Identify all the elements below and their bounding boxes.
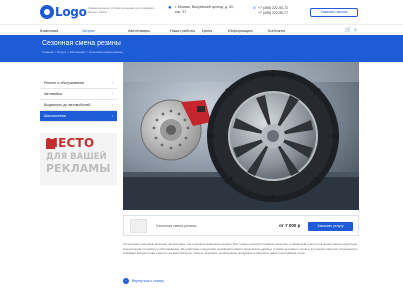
sidebar-item-tire-service[interactable]: Шиномонтаж › (40, 111, 117, 122)
order-service-name: Сезонная смена резины (156, 224, 197, 228)
nav-item-company[interactable]: Компания (40, 28, 58, 33)
sidebar-item-repair[interactable]: Ремонт и обслуживание › (40, 78, 117, 89)
ad-line-1: МЕСТО (46, 136, 95, 150)
ad-line-2: ДЛЯ ВАШЕЙ (46, 152, 107, 162)
service-description: Ассортимент компании включает как бытовы… (123, 242, 358, 256)
nav-item-prices[interactable]: Цены (202, 28, 212, 33)
address-text: г. Москва, Валуевский проезд, д. 53, кор… (175, 5, 234, 14)
address-block: ● г. Москва, Валуевский проезд, д. 53, к… (168, 5, 235, 14)
sidebar-item-carwash[interactable]: Автомойка › (40, 89, 117, 100)
phone-icon: ✆ (253, 6, 256, 10)
tagline: Универсальное готовое решение для создан… (88, 6, 154, 14)
ad-line-3: РЕКЛАМЫ (46, 162, 111, 175)
page-title: Сезонная смена резины (42, 40, 121, 47)
logo[interactable]: Logo (40, 5, 87, 19)
service-photo (123, 62, 359, 210)
location-pin-icon: ● (168, 5, 172, 11)
cart-icon[interactable]: 🛒 (345, 27, 351, 33)
tire-photo-illustration (123, 62, 359, 210)
sidebar: Ремонт и обслуживание › Автомойка › Выдвин… (40, 78, 117, 122)
nav-item-info[interactable]: Информация (228, 28, 253, 33)
logo-mark (40, 5, 54, 19)
sidebar-item-third[interactable]: Выдвинуть дн автомобилей › (40, 100, 117, 111)
phone-2[interactable]: +7 (495) 222-90-77 (258, 11, 288, 15)
order-panel: Сезонная смена резины от 7 000 р Заказат… (123, 215, 359, 236)
order-service-button[interactable]: Заказать услугу (308, 222, 353, 231)
search-icon[interactable]: ⌕ (354, 27, 357, 33)
back-to-list-label: Вернуться к списку (132, 279, 164, 283)
service-thumbnail (130, 219, 147, 233)
page-banner: Сезонная смена резины Главная > Услуги >… (0, 35, 403, 62)
chevron-right-icon: › (111, 103, 113, 107)
breadcrumb[interactable]: Главная > Услуги > Автосервис > Сезонная… (42, 50, 123, 54)
chevron-right-icon: › (111, 92, 113, 96)
arrow-left-icon: ‹ (123, 278, 129, 284)
callback-button[interactable]: Заказать звонок (310, 8, 358, 17)
ad-placeholder[interactable]: МЕСТО ДЛЯ ВАШЕЙ РЕКЛАМЫ (40, 133, 117, 185)
sidebar-item-label: Автомойка (44, 92, 62, 96)
main-nav: Компания Услуги Автотовары Наши работы Ц… (0, 24, 403, 35)
back-to-list-link[interactable]: ‹ Вернуться к списку (123, 278, 164, 284)
sidebar-item-label: Выдвинуть дн автомобилей (44, 103, 91, 107)
chevron-right-icon: › (111, 114, 113, 118)
phones-block: ✆ +7 (495) 222-90-72 +7 (495) 222-90-77 (253, 6, 288, 16)
nav-item-services[interactable]: Услуги (82, 28, 94, 33)
nav-item-contacts[interactable]: Контакты (268, 28, 285, 33)
sidebar-item-label: Ремонт и обслуживание (44, 81, 85, 85)
nav-item-works[interactable]: Наши работы (170, 28, 195, 33)
chevron-right-icon: › (111, 81, 113, 85)
phone-1[interactable]: +7 (495) 222-90-72 (258, 6, 288, 10)
logo-text: Logo (55, 5, 87, 19)
nav-item-autoproducts[interactable]: Автотовары (128, 28, 150, 33)
order-price: от 7 000 р (279, 223, 301, 228)
sidebar-item-label: Шиномонтаж (44, 114, 66, 118)
site-header: Logo Универсальное готовое решение для с… (0, 0, 403, 24)
